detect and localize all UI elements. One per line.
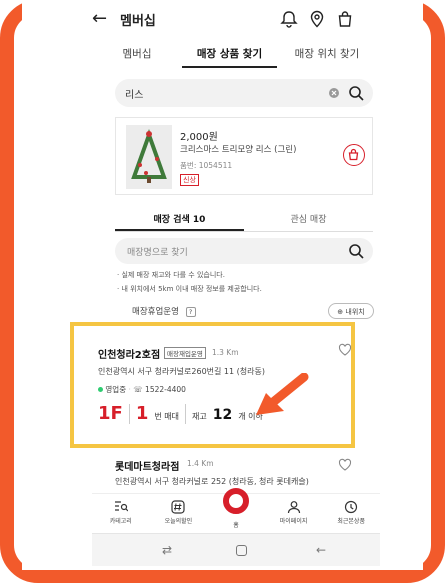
my-location-label: 내위치 — [345, 308, 365, 316]
tab-favorite-stores[interactable]: 관심 매장 — [244, 208, 373, 231]
store-address: 인천광역시 서구 청라커널로 252 (청라동, 청라 롯데캐슬) — [115, 477, 309, 486]
store-result-card[interactable]: 인천청라2호점 매장재입운영 1.3 Km 인천광역시 서구 청라커널로260번… — [70, 322, 355, 448]
back-icon[interactable]: ← — [316, 543, 326, 557]
store-status: 영업중 · ☏ 1522-4400 — [98, 384, 186, 395]
nav-home[interactable]: 홈 — [207, 488, 265, 533]
back-arrow-icon[interactable]: ← — [92, 8, 107, 29]
nav-today-sale[interactable]: 오늘의할인 — [150, 494, 208, 533]
product-code: 품번: 1054511 — [180, 161, 233, 170]
search-value: 리스 — [125, 90, 144, 101]
product-price: 2,000원 — [180, 132, 218, 143]
store-search-placeholder: 매장명으로 찾기 — [127, 248, 188, 258]
heart-icon[interactable] — [338, 343, 352, 357]
aisle-number: 1 — [135, 403, 149, 424]
notice-text: · 실제 매장 재고와 다를 수 있습니다. — [117, 271, 225, 279]
nav-label: 최근본상품 — [337, 518, 365, 525]
floor-value: 1F — [98, 403, 123, 424]
shopping-bag-icon[interactable] — [336, 10, 354, 28]
location-target-icon: ⊕ — [337, 308, 344, 316]
store-address: 인천광역시 서구 청라커널로260번길 11 (청라동) — [98, 367, 265, 376]
stock-prefix: 재고 — [191, 412, 207, 421]
nav-label: 카테고리 — [109, 518, 132, 525]
store-phone[interactable]: 1522-4400 — [145, 385, 186, 394]
stock-number: 12 — [212, 407, 233, 423]
tab-store-location-search[interactable]: 매장 위치 찾기 — [277, 40, 377, 68]
category-search-icon — [114, 501, 128, 512]
search-icon[interactable] — [348, 243, 364, 259]
store-name: 인천청라2호점 — [98, 350, 161, 361]
store-open-status: 영업중 — [105, 385, 127, 394]
nav-recent[interactable]: 최근본상품 — [322, 494, 380, 533]
nav-label: 오늘의할인 — [164, 518, 193, 525]
my-location-button[interactable]: ⊕ 내위치 — [328, 303, 374, 319]
home-square-icon[interactable] — [236, 545, 247, 556]
tab-membership[interactable]: 멤버십 — [92, 40, 182, 68]
product-image — [126, 125, 172, 189]
store-distance: 1.3 Km — [212, 348, 239, 357]
heart-icon[interactable] — [338, 458, 352, 472]
open-dot-icon — [98, 387, 103, 392]
clear-icon[interactable] — [329, 88, 339, 98]
product-code-value: 1054511 — [198, 161, 233, 170]
help-badge[interactable]: ? — [185, 307, 196, 317]
location-pin-icon[interactable] — [308, 10, 326, 28]
store-name[interactable]: 롯데마트청라점 — [115, 458, 179, 473]
hashtag-icon — [171, 500, 185, 514]
app-screen: ← 멤버십 멤버십 매장 상품 찾기 매장 위치 찾기 리스 2,000원 크리… — [22, 0, 423, 570]
add-to-cart-button[interactable] — [343, 144, 365, 166]
nav-category[interactable]: 카테고리 — [92, 494, 150, 533]
page-title: 멤버십 — [120, 14, 156, 29]
store-search-input[interactable]: 매장명으로 찾기 — [115, 238, 373, 264]
stock-location: 1F 1 번 매대 재고 12 개 이하 — [98, 403, 263, 424]
store-tag: 매장재입운영 — [164, 347, 206, 359]
new-badge: 신상 — [180, 174, 199, 186]
recent-apps-icon[interactable]: ⇄ — [162, 543, 172, 557]
store-distance: 1.4 Km — [187, 459, 214, 468]
product-card[interactable]: 2,000원 크리스마스 트리모양 리스 (그린) 품번: 1054511 신상 — [115, 117, 373, 195]
product-code-label: 품번 — [180, 161, 194, 170]
top-bar: ← 멤버십 — [22, 0, 423, 40]
arrow-annotation-icon — [256, 373, 309, 415]
phone-icon: ☏ — [133, 385, 143, 394]
filter-label: 매장휴업운영 — [132, 307, 179, 317]
product-name: 크리스마스 트리모양 리스 (그린) — [180, 145, 297, 155]
main-tabs: 멤버십 매장 상품 찾기 매장 위치 찾기 — [92, 40, 377, 68]
search-icon[interactable] — [348, 85, 364, 101]
system-navigation-bar: ⇄ ← — [92, 533, 380, 566]
home-circle-icon — [222, 488, 249, 514]
nav-label: 홈 — [233, 522, 239, 529]
bottom-navigation: 카테고리 오늘의할인 홈 마이페이지 최근본상품 — [92, 488, 380, 533]
nav-mypage[interactable]: 마이페이지 — [265, 494, 323, 533]
tab-store-search[interactable]: 매장 검색 10 — [115, 208, 244, 231]
notice-text: · 내 위치에서 5km 이내 매장 정보를 제공합니다. — [117, 285, 262, 293]
cart-bag-icon — [348, 148, 359, 161]
product-search-input[interactable]: 리스 — [115, 79, 373, 107]
person-icon — [287, 501, 300, 514]
history-icon — [345, 500, 358, 514]
aisle-label: 번 매대 — [154, 412, 179, 421]
tab-store-product-search[interactable]: 매장 상품 찾기 — [182, 40, 277, 68]
bell-icon[interactable] — [280, 10, 298, 28]
store-filter[interactable]: 매장휴업운영 ? — [132, 305, 196, 317]
nav-label: 마이페이지 — [279, 518, 308, 525]
store-tabs: 매장 검색 10 관심 매장 — [115, 208, 373, 232]
